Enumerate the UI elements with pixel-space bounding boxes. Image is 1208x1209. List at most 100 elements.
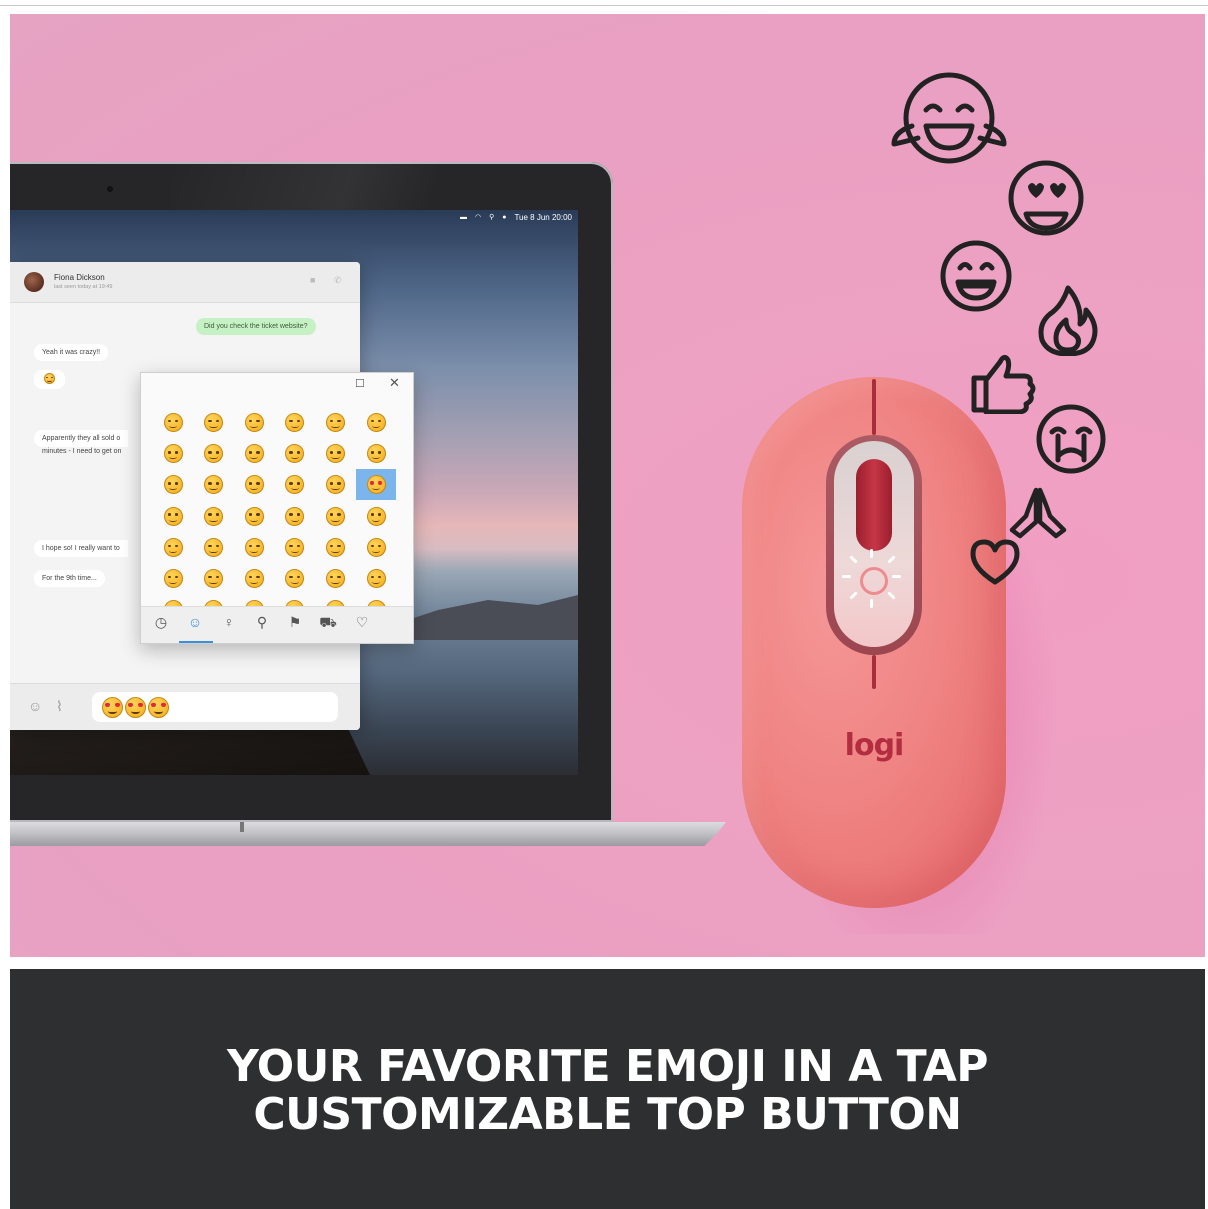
emoji-cell[interactable] <box>161 407 193 438</box>
caption-band: YOUR FAVORITE EMOJI IN A TAP CUSTOMIZABL… <box>10 969 1205 1209</box>
emoji-grid <box>161 407 405 607</box>
emoji-cell[interactable] <box>194 469 234 500</box>
laughing-face-icon <box>891 72 1007 164</box>
emoji-cell[interactable] <box>275 532 315 563</box>
emoji-icon <box>244 444 264 464</box>
emoji-icon <box>366 444 386 464</box>
contact-name: Fiona Dickson <box>54 273 105 282</box>
emoji-cell[interactable] <box>356 563 396 594</box>
close-icon[interactable]: ✕ <box>389 375 400 391</box>
caption-line-1: YOUR FAVORITE EMOJI IN A TAP <box>226 1041 989 1092</box>
food-icon[interactable]: ⚲ <box>251 614 273 631</box>
heart-icon[interactable]: ♡ <box>351 614 373 631</box>
smiley-icon[interactable]: ☺ <box>184 614 206 630</box>
emoji-icon <box>366 569 386 588</box>
emoji-top-button[interactable] <box>860 567 888 595</box>
party-icon[interactable]: ⚑ <box>284 614 306 631</box>
button-split-line <box>872 379 876 435</box>
emoji-icon <box>325 413 345 432</box>
thumbs-up-icon <box>971 354 1036 414</box>
emoji-cell[interactable] <box>161 563 193 594</box>
button-glow-ray <box>842 575 851 578</box>
emoji-cell[interactable] <box>234 532 274 563</box>
emoji-cell[interactable] <box>356 532 396 563</box>
heart-eyes-emoji <box>102 696 123 718</box>
video-call-icon[interactable]: ■ <box>310 275 315 285</box>
emoji-icon <box>204 537 224 557</box>
emoji-icon <box>204 506 224 526</box>
emoji-cell-selected[interactable] <box>356 469 396 501</box>
emoji-cell[interactable] <box>275 501 315 532</box>
emoji-cell[interactable] <box>275 407 315 438</box>
emoji-cell[interactable] <box>234 438 274 469</box>
emoji-cell[interactable] <box>234 469 274 500</box>
emoji-cell[interactable] <box>315 532 355 563</box>
emoji-icon <box>163 475 183 495</box>
emoji-cell[interactable] <box>194 438 234 469</box>
travel-icon[interactable]: ⛟ <box>317 614 339 633</box>
emoji-cell[interactable] <box>194 501 234 532</box>
praying-hands-icon <box>1009 487 1067 539</box>
wifi-icon[interactable]: ◠ <box>475 213 481 221</box>
emoji-icon <box>325 569 345 588</box>
emoji-icon <box>204 569 224 588</box>
hero-image: ▬ ◠ ⚲ ● Tue 8 Jun 20:00 Fiona Dickson la… <box>10 14 1205 957</box>
message-input[interactable] <box>92 692 338 722</box>
message-emoji-bubble <box>34 370 65 389</box>
emoji-icon <box>285 537 305 557</box>
siri-icon[interactable]: ● <box>502 214 506 221</box>
emoji-icon <box>325 444 345 464</box>
emoji-cell[interactable] <box>315 501 355 532</box>
emoji-cell[interactable] <box>161 469 193 500</box>
emoji-icon <box>366 506 386 526</box>
top-border <box>0 5 1208 6</box>
emoji-picker: ☐ ✕ ◷ ☺ ♀ ⚲ ⚑ ⛟ ♡ <box>140 372 414 644</box>
message-bubble-in: For the 9th time... <box>34 570 105 587</box>
emoji-icon <box>163 506 183 526</box>
emoji-cell[interactable] <box>315 469 355 500</box>
scroll-wheel[interactable] <box>856 459 892 551</box>
emoji-cell[interactable] <box>356 501 396 532</box>
emoji-icon <box>163 444 183 464</box>
recent-icon[interactable]: ◷ <box>150 614 172 631</box>
avatar[interactable] <box>24 272 44 292</box>
heart-eyes-emoji <box>366 475 386 495</box>
emoji-cell[interactable] <box>356 407 396 438</box>
active-tab-indicator <box>179 641 213 643</box>
emoji-cell[interactable] <box>161 438 193 469</box>
emoji-cell[interactable] <box>356 438 396 469</box>
emoji-cell[interactable] <box>275 563 315 594</box>
emoji-button-icon[interactable]: ☺ <box>28 698 42 714</box>
grinning-face-icon <box>940 240 1012 312</box>
emoji-category-tabs: ◷ ☺ ♀ ⚲ ⚑ ⛟ ♡ <box>141 606 413 643</box>
emoji-cell[interactable] <box>161 501 193 532</box>
emoji-icon <box>244 506 264 526</box>
contact-status: last seen today at 19:49 <box>54 284 113 290</box>
emoji-cell[interactable] <box>234 563 274 594</box>
emoji-icon <box>163 413 183 432</box>
emoji-cell[interactable] <box>194 563 234 594</box>
emoji-cell[interactable] <box>315 563 355 594</box>
emoji-cell[interactable] <box>275 438 315 469</box>
message-bubble-in: I hope so! I really want to <box>34 540 128 557</box>
emoji-icon <box>204 475 224 495</box>
search-icon[interactable]: ⚲ <box>489 213 494 221</box>
emoji-cell[interactable] <box>194 407 234 438</box>
emoji-cell[interactable] <box>315 407 355 438</box>
battery-icon[interactable]: ▬ <box>460 214 467 221</box>
emoji-cell[interactable] <box>315 438 355 469</box>
attachment-icon[interactable]: ⌇ <box>56 698 63 715</box>
message-bubble-in: minutes - I need to get on <box>42 448 122 455</box>
emoji-cell[interactable] <box>194 532 234 563</box>
emoji-icon <box>325 475 345 495</box>
people-icon[interactable]: ♀ <box>218 614 240 630</box>
maximize-icon[interactable]: ☐ <box>355 377 365 390</box>
heart-eyes-face-icon <box>1008 160 1084 236</box>
emoji-cell[interactable] <box>234 501 274 532</box>
menubar-datetime[interactable]: Tue 8 Jun 20:00 <box>514 213 572 222</box>
emoji-cell[interactable] <box>161 532 193 563</box>
button-glow-ray <box>870 599 873 608</box>
emoji-cell[interactable] <box>234 407 274 438</box>
emoji-cell[interactable] <box>275 469 315 500</box>
phone-icon[interactable]: ✆ <box>334 275 342 286</box>
